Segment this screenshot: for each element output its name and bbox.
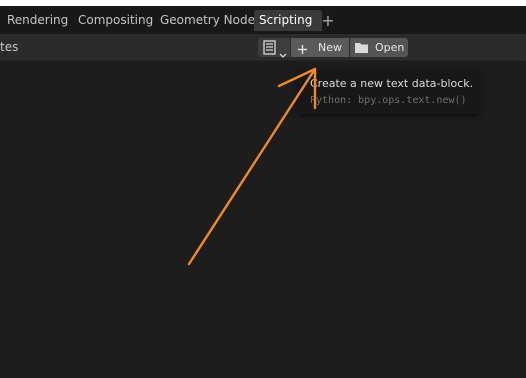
text-datablock-selector[interactable] (258, 38, 290, 59)
workspace-tab-bar: Rendering Compositing Geometry Nodes Scr… (0, 6, 526, 34)
folder-icon (354, 41, 369, 60)
new-text-button[interactable]: New (291, 38, 349, 57)
new-button-label: New (318, 41, 342, 54)
tooltip: Create a new text data-block. Python: bp… (298, 70, 479, 114)
tooltip-title: Create a new text data-block. (310, 77, 474, 90)
tab-rendering[interactable]: Rendering (2, 10, 73, 31)
tooltip-python: Python: bpy.ops.text.new() (310, 95, 467, 106)
tab-geometry-nodes[interactable]: Geometry Nodes (155, 10, 266, 31)
open-text-button[interactable]: Open (350, 38, 408, 57)
plus-icon (297, 42, 308, 61)
add-workspace-button[interactable]: + (320, 10, 336, 31)
open-button-label: Open (375, 41, 405, 54)
text-datablock-icon (263, 40, 276, 59)
tab-scripting[interactable]: Scripting (254, 10, 322, 31)
header-menu-text[interactable]: tes (0, 34, 18, 60)
tab-compositing[interactable]: Compositing (73, 10, 158, 31)
